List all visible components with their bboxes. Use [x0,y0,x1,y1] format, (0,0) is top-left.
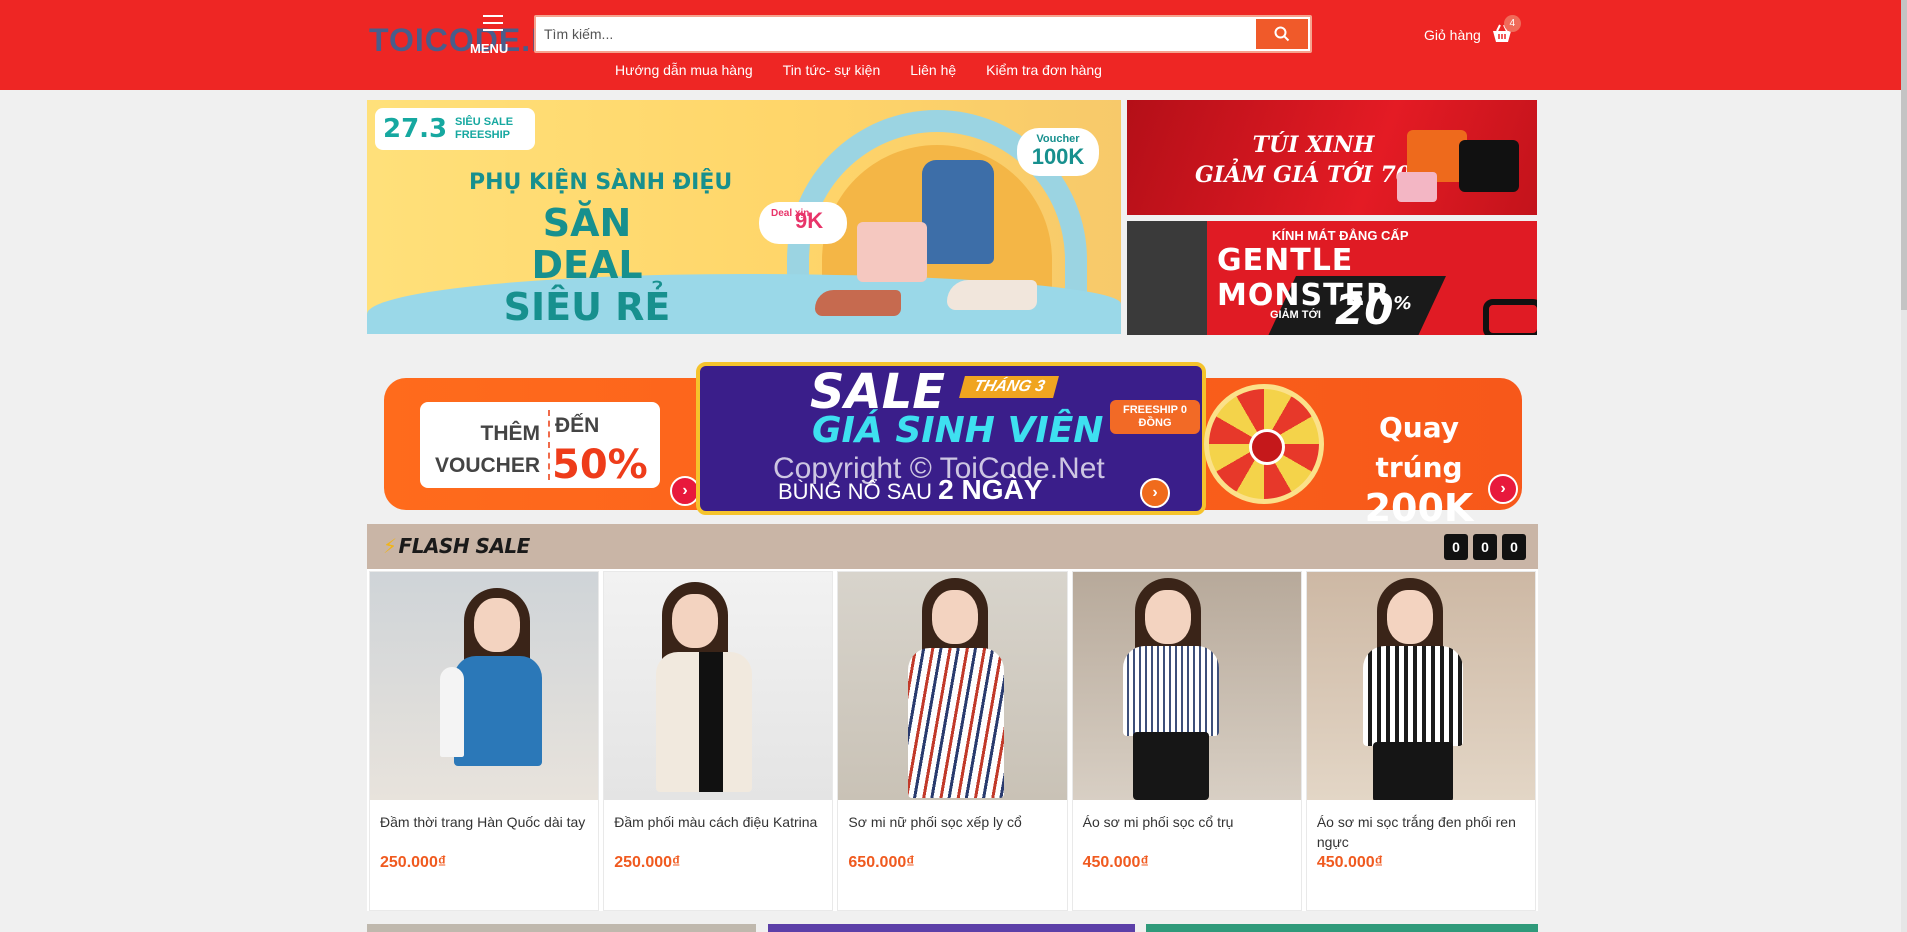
product-card[interactable]: Đầm phối màu cách điệu Katrina 250.000₫ [603,571,834,911]
search-input[interactable] [544,17,1244,51]
backpack-image [922,160,994,264]
product-image[interactable] [838,572,1067,800]
product-image[interactable] [1072,572,1301,800]
sneaker-image [947,280,1037,310]
menu-button[interactable]: MENU [470,13,522,57]
black-bag-image [1459,140,1519,192]
site-header: TOICODE.NET MENU Giỏ hàng 4 Hướng dẫn mu… [0,0,1901,90]
nav-link-contact[interactable]: Liên hệ [910,62,956,78]
promo-right-arrow-button[interactable]: › [1488,474,1518,504]
product-image[interactable] [1306,572,1536,800]
handbag-image [857,222,927,282]
freeship-badge: FREESHIP 0 ĐỒNG [1110,400,1200,434]
copyright-watermark: Copyright © ToiCode.Net [773,452,1105,485]
cart-button[interactable]: Giỏ hàng 4 [1424,15,1521,50]
product-image[interactable] [604,572,833,800]
student-sale-banner: SALE THÁNG 3 GIÁ SINH VIÊN FREESHIP 0 ĐỒ… [696,362,1206,515]
banner-sale-tag: 27.3 SIÊU SALE FREESHIP [375,108,535,150]
flash-sale-title: ⚡ FLASH SALE [383,534,530,558]
bags-banner[interactable]: TÚI XINH GIẢM GIÁ TỚI 70% [1127,100,1537,215]
search-bar [534,15,1312,53]
voucher-badge: Voucher 100K [1017,128,1099,176]
promo-center-arrow-button[interactable]: › [1140,478,1170,508]
next-banner-strip [1146,924,1538,932]
next-banner-strip [768,924,1135,932]
product-name[interactable]: Áo sơ mi sọc trắng đen phối ren ngực [1317,812,1527,852]
voucher-ticket: THÊM VOUCHER ĐẾN 50% [420,402,660,488]
sunglasses-discount-label: GIẢM TỚI [1270,309,1321,321]
product-card[interactable]: Áo sơ mi sọc trắng đen phối ren ngực 450… [1305,571,1537,911]
sunglasses-banner[interactable]: KÍNH MÁT ĐẲNG CẤP GENTLE MONSTER GIẢM TỚ… [1127,221,1537,335]
product-price: 250.000₫ [614,854,681,871]
countdown-digit: 0 [1444,534,1468,560]
sunglasses-discount-value: 20% [1335,285,1412,334]
promo-banner[interactable]: THÊM VOUCHER ĐẾN 50% › SALE THÁNG 3 GIÁ S… [384,362,1522,528]
banner-line1: PHỤ KIỆN SÀNH ĐIỆU [469,170,733,195]
sunglasses-banner-subtitle: KÍNH MÁT ĐẲNG CẤP [1272,228,1409,243]
product-price: 450.000₫ [1082,854,1149,871]
product-grid: Đầm thời trang Hàn Quốc dài tay 250.000₫… [367,569,1538,911]
voucher-ticket-text: THÊM VOUCHER [434,422,540,477]
product-image[interactable] [370,572,599,800]
menu-label: MENU [470,41,509,56]
product-price: 650.000₫ [848,854,915,871]
lucky-wheel-image [1204,384,1324,504]
flash-sale-header: ⚡ FLASH SALE 0 0 0 [367,524,1538,569]
sunglasses-image [1483,299,1537,335]
product-name[interactable]: Đầm phối màu cách điệu Katrina [614,812,824,832]
product-price: 250.000₫ [380,854,447,871]
product-card[interactable]: Đầm thời trang Hàn Quốc dài tay 250.000₫ [369,571,600,911]
voucher-up-to: ĐẾN [555,414,600,437]
shoe-image [815,290,901,316]
deal-badge: Deal xịn 9K [759,202,847,244]
cart-count-badge: 4 [1503,15,1521,32]
banner-tag-text: SIÊU SALE FREESHIP [455,116,514,141]
flash-sale-countdown: 0 0 0 [1444,534,1526,560]
banner-date: 27.3 [383,114,448,144]
main-banner[interactable]: 27.3 SIÊU SALE FREESHIP PHỤ KIỆN SÀNH ĐIỆ… [367,100,1121,334]
voucher-percent: 50% [552,442,648,488]
product-price: 450.000₫ [1316,854,1383,871]
product-card[interactable]: Sơ mi nữ phối sọc xếp ly cổ 650.000₫ [837,571,1068,911]
nav-link-buying-guide[interactable]: Hướng dẫn mua hàng [615,62,753,78]
main-nav: Hướng dẫn mua hàng Tin tức- sự kiện Liên… [615,62,1132,78]
sale-month: THÁNG 3 [959,376,1060,398]
scrollbar-thumb[interactable] [1901,0,1907,310]
sale-student-price: GIÁ SINH VIÊN [812,410,1104,451]
countdown-digit: 0 [1502,534,1526,560]
search-button[interactable] [1256,19,1308,49]
spin-prize-text: Quay trúng 200K [1364,411,1474,530]
lightning-icon: ⚡ [383,534,397,558]
product-name[interactable]: Sơ mi nữ phối sọc xếp ly cổ [848,812,1058,832]
next-banner-strip [367,924,756,932]
banner-line2: SĂN DEAL SIÊU RẺ [503,201,671,329]
model-image [1127,221,1207,335]
basket-icon: 4 [1491,15,1521,47]
product-card[interactable]: Áo sơ mi phối sọc cổ trụ 450.000₫ [1071,571,1302,911]
search-icon [1274,26,1290,42]
cart-label: Giỏ hàng [1424,27,1481,43]
pink-bag-image [1397,172,1437,202]
product-name[interactable]: Đầm thời trang Hàn Quốc dài tay [380,812,590,832]
page-scrollbar[interactable] [1901,0,1907,932]
nav-link-order-check[interactable]: Kiểm tra đơn hàng [986,62,1102,78]
product-name[interactable]: Áo sơ mi phối sọc cổ trụ [1083,812,1293,832]
nav-link-news[interactable]: Tin tức- sự kiện [783,62,881,78]
hamburger-icon [483,15,503,36]
countdown-digit: 0 [1473,534,1497,560]
